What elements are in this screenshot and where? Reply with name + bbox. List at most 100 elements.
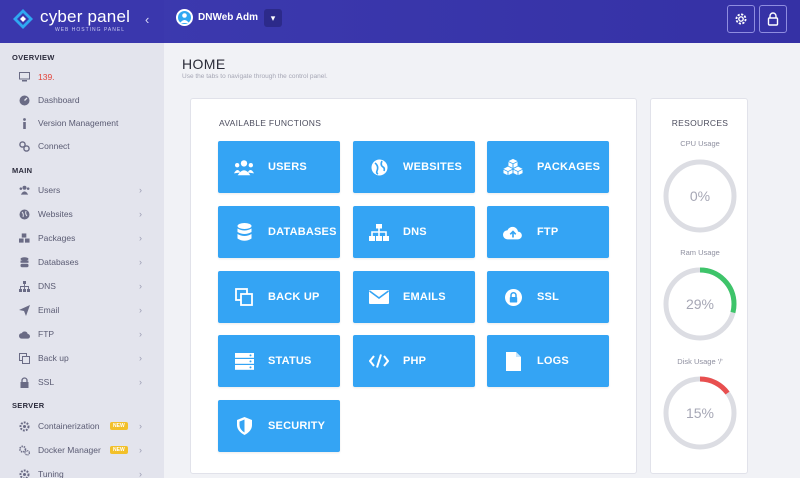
functions-heading: AVAILABLE FUNCTIONS — [219, 118, 322, 128]
cloud-upload-icon — [19, 329, 30, 340]
sidebar-item-label: Websites — [38, 209, 73, 219]
new-badge: NEW — [110, 446, 128, 454]
lock-icon — [19, 376, 30, 388]
sidebar-item-label: Back up — [38, 353, 69, 363]
cpu-usage-label: CPU Usage — [680, 139, 720, 148]
user-dropdown-button[interactable]: ▾ — [264, 9, 282, 27]
sidebar-item-packages[interactable]: Packages › — [0, 227, 164, 249]
info-icon — [19, 117, 30, 129]
sidebar-item-dashboard[interactable]: Dashboard — [0, 89, 164, 111]
sidebar-item-label: Connect — [38, 141, 70, 151]
tile-packages[interactable]: PACKAGES — [487, 141, 609, 193]
sidebar-item-email[interactable]: Email › — [0, 299, 164, 321]
chevron-right-icon: › — [139, 469, 142, 478]
code-icon — [369, 351, 389, 371]
new-badge: NEW — [110, 422, 128, 430]
tile-ssl[interactable]: SSL — [487, 271, 609, 323]
sidebar-item-label: Version Management — [38, 118, 119, 128]
tile-label: STATUS — [268, 355, 312, 367]
sidebar-item-ftp[interactable]: FTP › — [0, 323, 164, 345]
tile-ftp[interactable]: FTP — [487, 206, 609, 258]
collapse-sidebar-icon[interactable]: ‹ — [145, 12, 149, 27]
chevron-right-icon: › — [139, 445, 142, 455]
tile-dns[interactable]: DNS — [353, 206, 475, 258]
sidebar-item-users[interactable]: Users › — [0, 179, 164, 201]
chevron-right-icon: › — [139, 377, 142, 387]
sidebar-item-ip[interactable]: 139. — [0, 66, 164, 88]
gear-icon — [19, 421, 30, 432]
sidebar-item-label: Databases — [38, 257, 79, 267]
main-heading: MAIN — [12, 166, 33, 175]
sidebar-item-dns[interactable]: DNS › — [0, 275, 164, 297]
sidebar-item-tuning[interactable]: Tuning › — [0, 463, 164, 478]
tile-security[interactable]: SECURITY — [218, 400, 340, 452]
gear-icon — [19, 469, 30, 478]
ram-usage-label: Ram Usage — [680, 248, 720, 257]
sidebar-item-label: Packages — [38, 233, 76, 243]
tile-label: LOGS — [537, 355, 569, 367]
user-avatar[interactable] — [176, 9, 193, 26]
sidebar-item-docker-manager[interactable]: Docker Manager NEW › — [0, 439, 164, 461]
chevron-down-icon: ▾ — [270, 13, 276, 23]
sidebar-item-label: Docker Manager — [38, 445, 101, 455]
cyberpanel-logo-icon — [13, 9, 33, 29]
chevron-right-icon: › — [139, 233, 142, 243]
tile-label: FTP — [537, 226, 559, 238]
copy-icon — [234, 287, 254, 307]
sidebar-item-label: 139. — [38, 72, 55, 82]
disk-usage-value: 15% — [685, 405, 715, 421]
users-icon — [234, 157, 254, 177]
page-subtitle: Use the tabs to navigate through the con… — [182, 73, 328, 80]
sidebar-item-label: Users — [38, 185, 61, 195]
tile-databases[interactable]: DATABASES — [218, 206, 340, 258]
settings-button[interactable] — [727, 5, 755, 33]
lock-icon — [767, 12, 779, 26]
tile-label: PHP — [403, 355, 427, 367]
sidebar-item-databases[interactable]: Databases › — [0, 251, 164, 273]
lock-icon — [503, 287, 523, 307]
monitor-icon — [19, 72, 30, 83]
tile-backup[interactable]: BACK UP — [218, 271, 340, 323]
brand-tagline: WEB HOSTING PANEL — [55, 27, 125, 33]
globe-icon — [19, 209, 30, 220]
sidebar-item-label: Containerization — [38, 421, 100, 431]
chevron-right-icon: › — [139, 209, 142, 219]
sidebar-item-version-management[interactable]: Version Management — [0, 112, 164, 134]
user-icon — [180, 13, 189, 23]
disk-usage-label: Disk Usage '/' — [677, 357, 723, 366]
resources-panel: RESOURCES CPU Usage 0% Ram Usage 29% Dis… — [650, 98, 748, 474]
sidebar-item-label: SSL — [38, 377, 55, 387]
sidebar-item-websites[interactable]: Websites › — [0, 203, 164, 225]
link-icon — [19, 140, 30, 152]
tile-php[interactable]: PHP — [353, 335, 475, 387]
tile-logs[interactable]: LOGS — [487, 335, 609, 387]
shield-icon — [234, 416, 254, 436]
sidebar-item-label: Tuning — [38, 469, 64, 478]
server-icon — [234, 351, 254, 371]
logout-button[interactable] — [759, 5, 787, 33]
packages-icon — [19, 232, 30, 244]
sidebar-item-label: Email — [38, 305, 60, 315]
sidebar-item-ssl[interactable]: SSL › — [0, 371, 164, 393]
cpu-usage-value: 0% — [689, 188, 711, 204]
database-icon — [234, 222, 254, 242]
tile-emails[interactable]: EMAILS — [353, 271, 475, 323]
tile-label: SSL — [537, 291, 559, 303]
tile-label: SECURITY — [268, 420, 326, 432]
user-name[interactable]: DNWeb Adm — [198, 12, 258, 23]
tile-users[interactable]: USERS — [218, 141, 340, 193]
chevron-right-icon: › — [139, 185, 142, 195]
chevron-right-icon: › — [139, 421, 142, 431]
sidebar-item-connect[interactable]: Connect — [0, 135, 164, 157]
chevron-right-icon: › — [139, 257, 142, 267]
sidebar-item-backup[interactable]: Back up › — [0, 347, 164, 369]
sidebar-item-label: Dashboard — [38, 95, 80, 105]
gear-icon — [735, 13, 747, 25]
sitemap-icon — [369, 222, 389, 242]
sidebar-item-containerization[interactable]: Containerization NEW › — [0, 415, 164, 437]
tile-label: EMAILS — [403, 291, 446, 303]
tile-websites[interactable]: WEBSITES — [353, 141, 475, 193]
file-icon — [503, 351, 523, 371]
globe-icon — [369, 157, 389, 177]
tile-status[interactable]: STATUS — [218, 335, 340, 387]
